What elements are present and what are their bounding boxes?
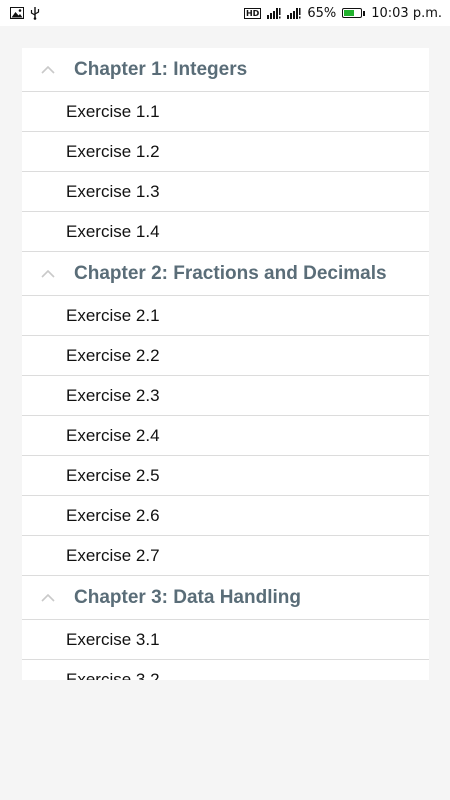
chevron-up-icon <box>22 593 74 602</box>
chevron-up-icon <box>22 269 74 278</box>
exercise-item[interactable]: Exercise 1.1 <box>22 92 429 132</box>
exercise-item[interactable]: Exercise 2.5 <box>22 456 429 496</box>
status-bar-right: HD 65% 10:03 p.m. <box>243 5 442 21</box>
exercise-item[interactable]: Exercise 2.6 <box>22 496 429 536</box>
signal-icon <box>267 7 281 19</box>
chapter-title: Chapter 1: Integers <box>74 58 248 80</box>
exercise-item[interactable]: Exercise 1.3 <box>22 172 429 212</box>
chapter-title: Chapter 3: Data Handling <box>74 586 301 608</box>
exercise-item[interactable]: Exercise 2.3 <box>22 376 429 416</box>
chapter-header[interactable]: Chapter 2: Fractions and Decimals <box>22 252 429 296</box>
image-notification-icon <box>10 7 24 19</box>
chapter-list: Chapter 1: Integers Exercise 1.1 Exercise … <box>22 48 429 680</box>
usb-icon <box>30 6 40 20</box>
exercise-item[interactable]: Exercise 1.2 <box>22 132 429 172</box>
status-bar-left <box>10 6 40 20</box>
exercise-item[interactable]: Exercise 2.1 <box>22 296 429 336</box>
chevron-up-icon <box>22 65 74 74</box>
battery-icon <box>342 8 366 18</box>
chapter-header[interactable]: Chapter 1: Integers <box>22 48 429 92</box>
exercise-item[interactable]: Exercise 2.2 <box>22 336 429 376</box>
signal-icon-2 <box>287 7 301 19</box>
exercise-item[interactable]: Exercise 3.2 <box>22 660 429 680</box>
exercise-item[interactable]: Exercise 1.4 <box>22 212 429 252</box>
exercise-item[interactable]: Exercise 3.1 <box>22 620 429 660</box>
chapter-title: Chapter 2: Fractions and Decimals <box>74 262 387 284</box>
battery-percent: 65% <box>307 5 337 21</box>
hd-label: HD <box>243 7 262 19</box>
status-bar: HD 65% 10:03 p.m. <box>0 0 450 26</box>
clock-time: 10:03 p.m. <box>371 5 442 21</box>
hd-voice-icon: HD <box>243 7 262 19</box>
exercise-item[interactable]: Exercise 2.4 <box>22 416 429 456</box>
chapter-header[interactable]: Chapter 3: Data Handling <box>22 576 429 620</box>
exercise-item[interactable]: Exercise 2.7 <box>22 536 429 576</box>
